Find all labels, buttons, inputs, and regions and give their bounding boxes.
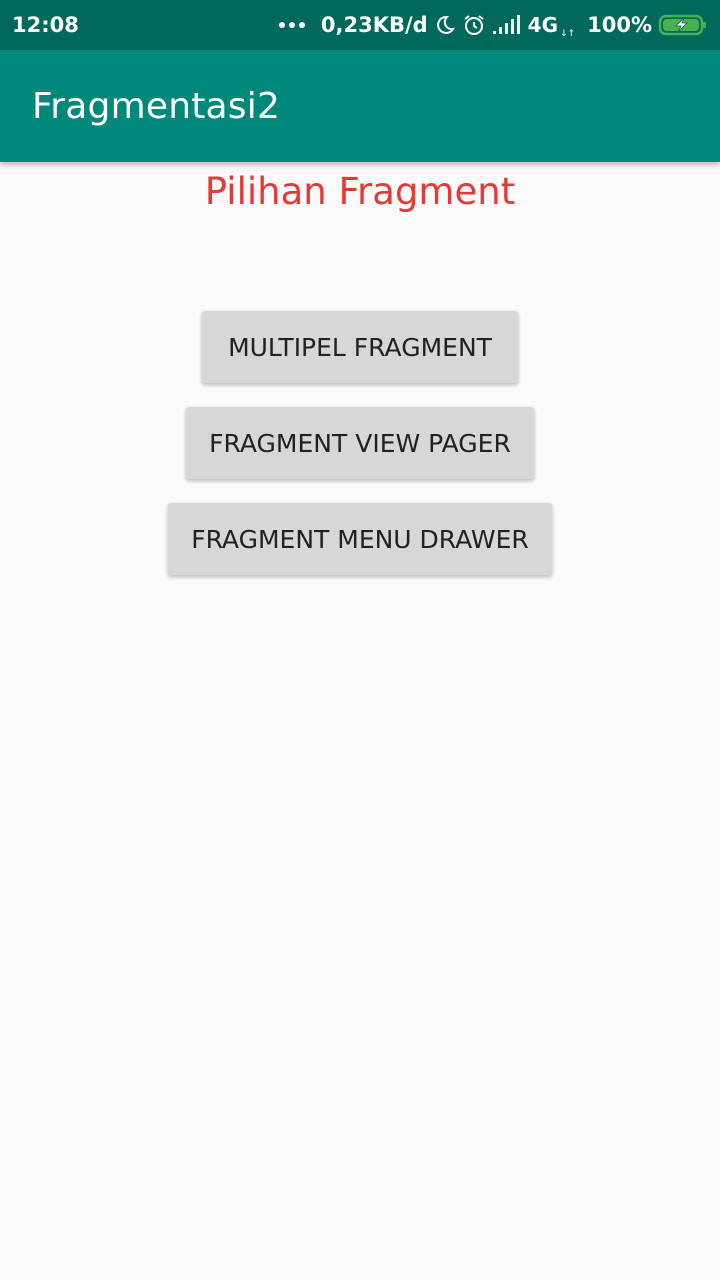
battery-percent: 100% — [587, 13, 652, 37]
more-dots-icon — [278, 22, 305, 28]
page-heading: Pilihan Fragment — [204, 170, 516, 213]
multipel-fragment-button[interactable]: MULTIPEL FRAGMENT — [202, 311, 518, 383]
moon-icon — [434, 14, 456, 36]
signal-icon — [492, 15, 522, 35]
network-type: 4G ↓↑ — [527, 13, 576, 39]
fragment-menu-drawer-button[interactable]: FRAGMENT MENU DRAWER — [168, 503, 552, 575]
alarm-icon — [462, 13, 486, 37]
status-bar: 12:08 0,23KB/d 4G ↓↑ 100% — [0, 0, 720, 50]
app-title: Fragmentasi2 — [32, 85, 281, 127]
network-speed: 0,23KB/d — [320, 13, 428, 37]
battery-charging-icon — [658, 13, 708, 37]
status-indicators: 0,23KB/d 4G ↓↑ 100% — [278, 13, 708, 39]
status-time: 12:08 — [12, 13, 79, 37]
app-bar: Fragmentasi2 — [0, 50, 720, 162]
fragment-view-pager-button[interactable]: FRAGMENT VIEW PAGER — [186, 407, 534, 479]
